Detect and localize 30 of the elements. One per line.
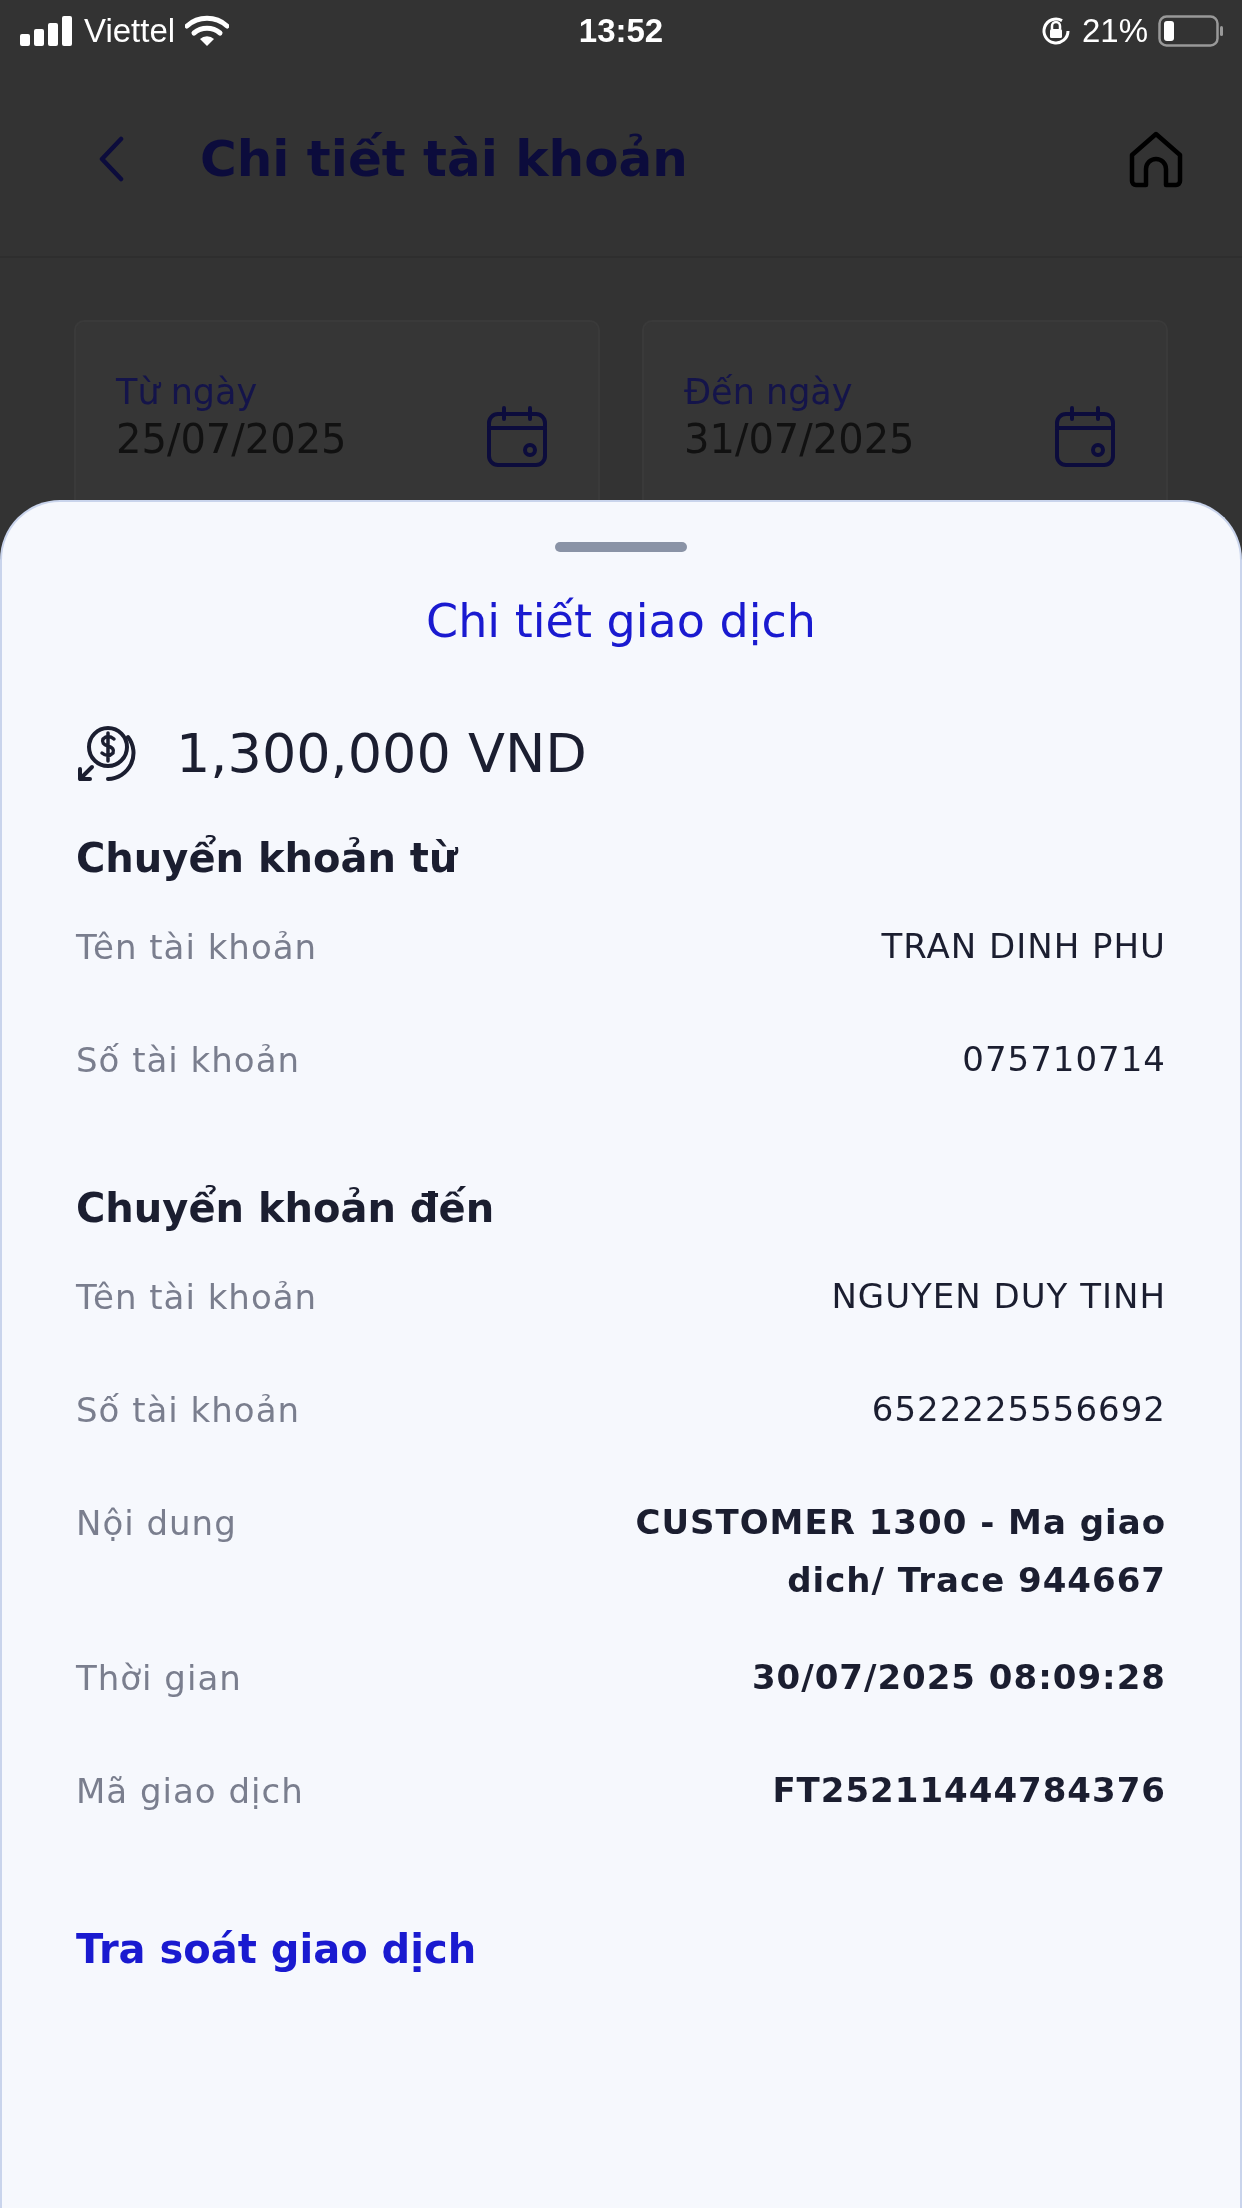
battery-percent: 21% [1081, 12, 1148, 50]
field-value: 30/07/2025 08:09:28 [751, 1655, 1166, 1699]
drag-handle[interactable] [555, 542, 687, 552]
field-label: Số tài khoản [76, 1390, 301, 1430]
field-label: Tên tài khoản [76, 1277, 318, 1317]
field-label: Tên tài khoản [76, 927, 318, 967]
field-value: 075710714 [962, 1038, 1166, 1081]
wifi-icon [185, 15, 230, 47]
field-value: 6522225556692 [871, 1388, 1166, 1431]
field-value: FT25211444784376 [772, 1768, 1166, 1812]
sheet-title: Chi tiết giao dịch [425, 594, 817, 648]
calendar-icon [486, 406, 548, 468]
status-time: 13:52 [577, 12, 665, 50]
field-label: Mã giao dịch [76, 1770, 304, 1811]
back-icon[interactable] [98, 136, 124, 182]
rotation-lock-icon [1039, 15, 1072, 47]
section-heading: Chuyển khoản từ [76, 835, 460, 881]
trace-transaction-link[interactable]: Tra soát giao dịch [76, 1925, 477, 1972]
battery-icon [1158, 15, 1224, 47]
field-label: Nội dung [76, 1503, 237, 1543]
field-value: CUSTOMER 1300 - Ma giao dich/ Trace 944667 [634, 1501, 1166, 1602]
signal-icon [20, 16, 74, 46]
field-label: Thời gian [76, 1657, 242, 1698]
calendar-icon [1054, 406, 1116, 468]
field-value: NGUYEN DUY TINH [831, 1275, 1166, 1318]
section-heading: Chuyển khoản đến [76, 1185, 496, 1231]
field-label: Số tài khoản [76, 1040, 301, 1080]
carrier-name: Viettel [84, 12, 176, 50]
amount-text: 1,300,000 VND [176, 722, 587, 785]
field-value: TRAN DINH PHU [881, 925, 1166, 968]
